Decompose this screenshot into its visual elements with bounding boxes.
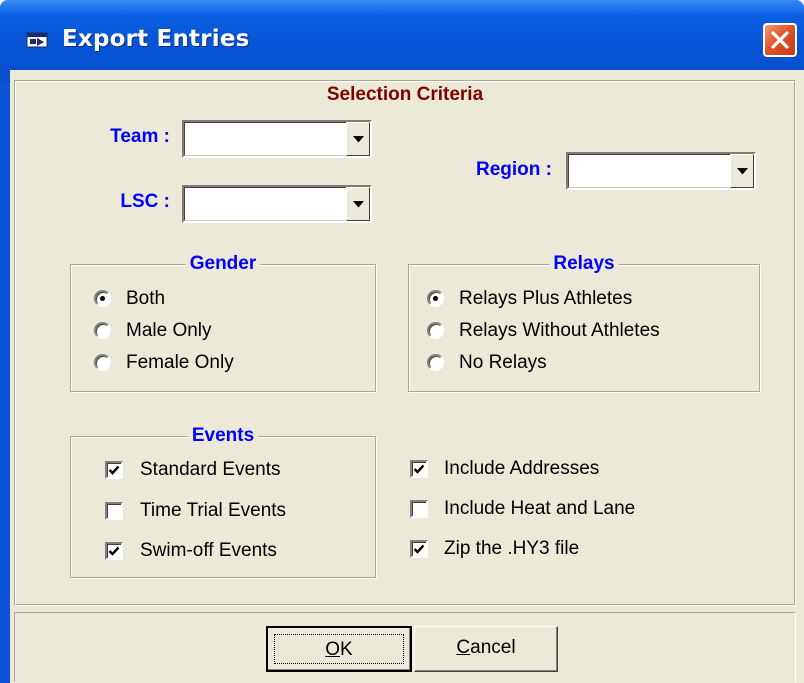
include-heat-lane-label[interactable]: Include Heat and Lane — [444, 498, 635, 520]
close-icon — [771, 31, 789, 49]
region-dropdown[interactable] — [566, 152, 756, 190]
gender-female-label[interactable]: Female Only — [126, 352, 234, 374]
window-title: Export Entries — [62, 26, 250, 52]
region-dropdown-button[interactable] — [730, 154, 754, 188]
checkmark-icon — [108, 546, 120, 556]
chevron-down-icon — [737, 168, 748, 175]
gender-female-radio[interactable] — [94, 354, 111, 371]
lsc-dropdown[interactable] — [182, 185, 372, 223]
relays-group-title: Relays — [549, 253, 619, 274]
swim-off-events-checkbox[interactable] — [105, 542, 123, 560]
cancel-button-label: Cancel — [456, 637, 516, 658]
selection-criteria-heading: Selection Criteria — [326, 84, 484, 105]
include-heat-lane-checkbox[interactable] — [410, 500, 428, 518]
checkmark-icon — [413, 544, 425, 554]
relays-plus-athletes-label[interactable]: Relays Plus Athletes — [459, 288, 632, 310]
ok-button[interactable]: OK — [266, 626, 412, 672]
gender-male-radio[interactable] — [94, 322, 111, 339]
checkmark-icon — [108, 465, 120, 475]
swim-off-events-label[interactable]: Swim-off Events — [140, 540, 277, 562]
standard-events-checkbox[interactable] — [105, 461, 123, 479]
team-dropdown-button[interactable] — [346, 122, 370, 156]
gender-male-label[interactable]: Male Only — [126, 320, 212, 342]
lsc-dropdown-button[interactable] — [346, 187, 370, 221]
relays-plus-athletes-radio[interactable] — [427, 290, 444, 307]
gender-both-radio[interactable] — [94, 290, 111, 307]
include-addresses-label[interactable]: Include Addresses — [444, 458, 599, 480]
ok-button-label: OK — [274, 634, 404, 664]
events-group-title: Events — [187, 425, 259, 446]
gender-both-label[interactable]: Both — [126, 288, 165, 310]
include-addresses-checkbox[interactable] — [410, 460, 428, 478]
close-button[interactable] — [763, 23, 797, 57]
chevron-down-icon — [353, 136, 364, 143]
relays-without-athletes-label[interactable]: Relays Without Athletes — [459, 320, 660, 342]
gender-group-title: Gender — [185, 253, 261, 274]
checkmark-icon — [413, 464, 425, 474]
team-dropdown[interactable] — [182, 120, 372, 158]
no-relays-label[interactable]: No Relays — [459, 352, 547, 374]
time-trial-events-label[interactable]: Time Trial Events — [140, 500, 286, 522]
zip-hy3-label[interactable]: Zip the .HY3 file — [444, 538, 579, 560]
time-trial-events-checkbox[interactable] — [105, 502, 123, 520]
cancel-button[interactable]: Cancel — [414, 626, 558, 672]
export-entries-window: Export Entries Selection Criteria Team :… — [0, 0, 804, 683]
lsc-label: LSC : — [120, 191, 170, 212]
team-label: Team : — [110, 126, 170, 147]
no-relays-radio[interactable] — [427, 354, 444, 371]
chevron-down-icon — [353, 201, 364, 208]
window-app-icon[interactable] — [26, 32, 48, 48]
relays-without-athletes-radio[interactable] — [427, 322, 444, 339]
region-label: Region : — [476, 159, 552, 180]
standard-events-label[interactable]: Standard Events — [140, 459, 280, 481]
zip-hy3-checkbox[interactable] — [410, 540, 428, 558]
